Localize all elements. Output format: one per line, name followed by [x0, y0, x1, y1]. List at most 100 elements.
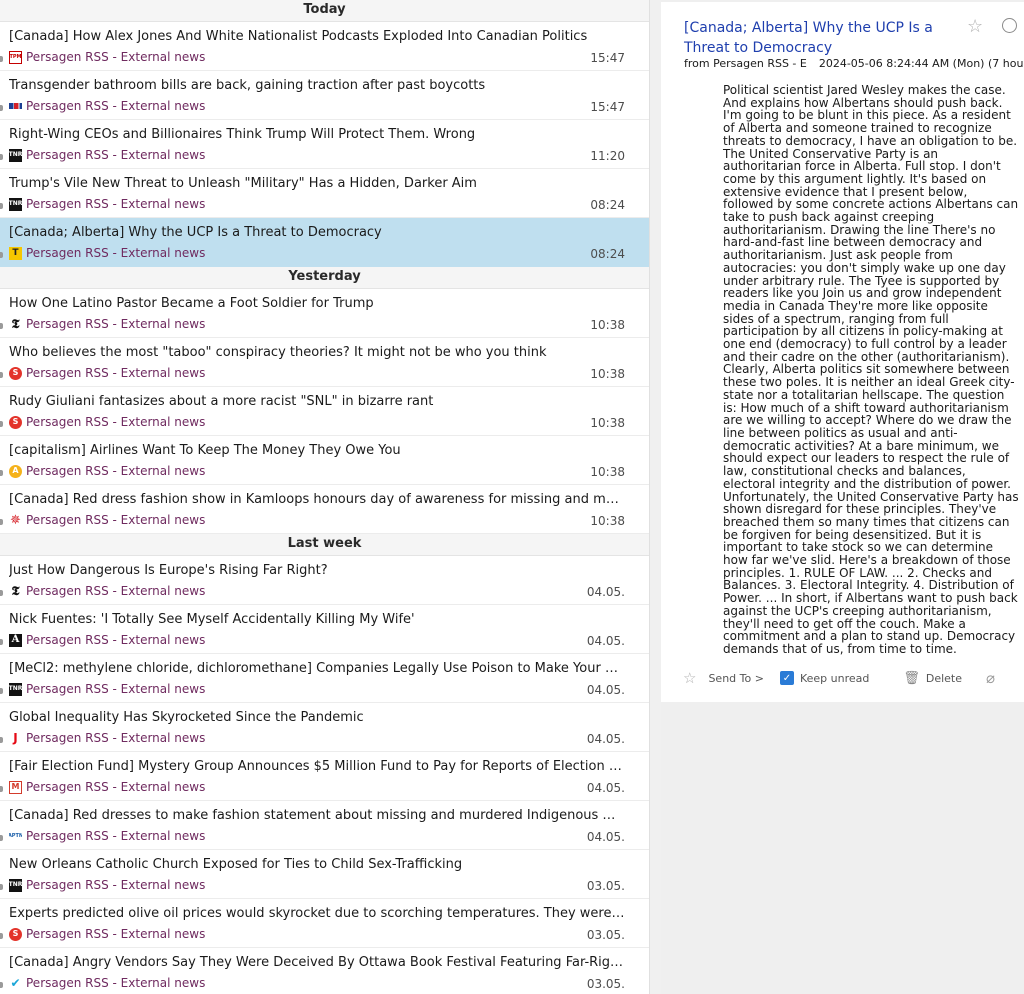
message-subject[interactable]: Trump's Vile New Threat to Unleash "Mili…	[9, 176, 625, 191]
message-row[interactable]: [Canada] How Alex Jones And White Nation…	[0, 22, 649, 71]
read-status-icon[interactable]	[1002, 18, 1017, 33]
message-subject[interactable]: Who believes the most "taboo" conspiracy…	[9, 345, 625, 360]
preview-pane: [Canada; Alberta] Why the UCP Is a Threa…	[661, 0, 1024, 994]
delete-button[interactable]: Delete	[926, 672, 962, 685]
message-subject[interactable]: Rudy Giuliani fantasizes about a more ra…	[9, 394, 625, 409]
message-source: Persagen RSS - External news	[26, 584, 206, 598]
message-subject[interactable]: How One Latino Pastor Became a Foot Sold…	[9, 296, 625, 311]
message-row[interactable]: [capitalism] Airlines Want To Keep The M…	[0, 436, 649, 485]
message-time: 03.05.	[586, 879, 625, 893]
message-actions: ☆ Send To > ✓ Keep unread 🗑 Delete ⌀	[683, 668, 995, 688]
message-time: 10:38	[590, 514, 625, 528]
message-subject[interactable]: Nick Fuentes: 'I Totally See Myself Acci…	[9, 612, 625, 627]
tnr-icon	[9, 878, 22, 892]
pane-splitter[interactable]	[649, 0, 661, 994]
message-source: Persagen RSS - External news	[26, 829, 206, 843]
message-source: Persagen RSS - External news	[26, 633, 206, 647]
message-meta: Persagen RSS - External news	[9, 414, 205, 430]
tnr-icon	[9, 148, 22, 162]
message-time: 11:20	[590, 149, 625, 163]
message-subject[interactable]: [Canada] Angry Vendors Say They Were Dec…	[9, 955, 625, 970]
message-meta: Persagen RSS - External news	[9, 365, 205, 381]
message-time: 10:38	[590, 367, 625, 381]
message-row[interactable]: Just How Dangerous Is Europe's Rising Fa…	[0, 556, 649, 605]
message-meta: Persagen RSS - External news	[9, 98, 205, 114]
message-row[interactable]: Rudy Giuliani fantasizes about a more ra…	[0, 387, 649, 436]
message-list[interactable]: Today [Canada] How Alex Jones And White N…	[0, 0, 649, 994]
message-row[interactable]: How One Latino Pastor Became a Foot Sold…	[0, 289, 649, 338]
message-row[interactable]: New Orleans Catholic Church Exposed for …	[0, 850, 649, 899]
star-icon[interactable]: ☆	[967, 16, 983, 37]
message-meta: Persagen RSS - External news	[9, 632, 205, 648]
message-source: Persagen RSS - External news	[26, 976, 206, 990]
message-meta: Persagen RSS - External news	[9, 463, 205, 479]
message-subject[interactable]: Global Inequality Has Skyrocketed Since …	[9, 710, 625, 725]
message-row[interactable]: Right-Wing CEOs and Billionaires Think T…	[0, 120, 649, 169]
message-row[interactable]: Who believes the most "taboo" conspiracy…	[0, 338, 649, 387]
send-to-button[interactable]: Send To >	[708, 672, 764, 685]
unread-marker	[0, 590, 3, 596]
message-time: 04.05.	[586, 732, 625, 746]
message-row[interactable]: [MeCl2: methylene chloride, dichlorometh…	[0, 654, 649, 703]
tag-icon[interactable]: ⌀	[986, 669, 995, 687]
message-row[interactable]: [Canada; Alberta] Why the UCP Is a Threa…	[0, 218, 649, 267]
message-time: 03.05.	[586, 977, 625, 991]
message-source: Persagen RSS - External news	[26, 731, 206, 745]
jacobin-icon	[9, 731, 22, 745]
message-row[interactable]: Experts predicted olive oil prices would…	[0, 899, 649, 948]
message-source: Persagen RSS - External news	[26, 464, 206, 478]
message-row[interactable]: [Fair Election Fund] Mystery Group Annou…	[0, 752, 649, 801]
tnr-icon	[9, 197, 22, 211]
unread-marker	[0, 203, 3, 209]
message-subject[interactable]: [Canada] Red dresses to make fashion sta…	[9, 808, 625, 823]
message-subject[interactable]: [MeCl2: methylene chloride, dichlorometh…	[9, 661, 625, 676]
message-time: 10:38	[590, 416, 625, 430]
message-time: 03.05.	[586, 928, 625, 942]
message-subject[interactable]: [Canada] How Alex Jones And White Nation…	[9, 29, 625, 44]
message-row[interactable]: Global Inequality Has Skyrocketed Since …	[0, 703, 649, 752]
message-row[interactable]: [Canada] Red dress fashion show in Kamlo…	[0, 485, 649, 534]
message-row[interactable]: Transgender bathroom bills are back, gai…	[0, 71, 649, 120]
message-subject[interactable]: [capitalism] Airlines Want To Keep The M…	[9, 443, 625, 458]
message-source: Persagen RSS - External news	[26, 99, 206, 113]
nyt-icon	[9, 584, 22, 598]
message-time: 10:38	[590, 465, 625, 479]
message-time: 04.05.	[586, 830, 625, 844]
message-meta: Persagen RSS - External news	[9, 316, 205, 332]
message-row[interactable]: Trump's Vile New Threat to Unleash "Mili…	[0, 169, 649, 218]
message-source: Persagen RSS - External news	[26, 878, 206, 892]
message-subject[interactable]: Just How Dangerous Is Europe's Rising Fa…	[9, 563, 625, 578]
aptn-icon	[9, 829, 22, 843]
unread-marker	[0, 372, 3, 378]
message-time: 04.05.	[586, 585, 625, 599]
trash-icon[interactable]: 🗑	[903, 671, 920, 686]
message-subject[interactable]: [Fair Election Fund] Mystery Group Annou…	[9, 759, 625, 774]
message-time: 08:24	[590, 198, 625, 212]
nyt-icon	[9, 317, 22, 331]
message-time: 15:47	[590, 100, 625, 114]
message-date: 2024-05-06 8:24:44 AM (Mon) (7 hours)	[818, 57, 1024, 70]
message-title[interactable]: [Canada; Alberta] Why the UCP Is a Threa…	[684, 18, 944, 58]
star-icon[interactable]: ☆	[683, 669, 696, 687]
message-subject[interactable]: [Canada] Red dress fashion show in Kamlo…	[9, 492, 625, 507]
message-meta: Persagen RSS - External news	[9, 828, 205, 844]
salon-icon	[9, 415, 22, 429]
message-row[interactable]: [Canada] Angry Vendors Say They Were Dec…	[0, 948, 649, 994]
keep-unread-checkbox[interactable]: ✓	[779, 671, 794, 685]
message-row[interactable]: [Canada] Red dresses to make fashion sta…	[0, 801, 649, 850]
message-subject[interactable]: Right-Wing CEOs and Billionaires Think T…	[9, 127, 625, 142]
message-meta: Persagen RSS - External news	[9, 730, 205, 746]
unread-marker	[0, 982, 3, 988]
keep-unread-label[interactable]: Keep unread	[800, 672, 869, 685]
unread-marker	[0, 737, 3, 743]
message-meta: Persagen RSS - External news	[9, 49, 205, 65]
message-body: Political scientist Jared Wesley makes t…	[723, 83, 1019, 656]
message-subject[interactable]: Transgender bathroom bills are back, gai…	[9, 78, 625, 93]
message-subject[interactable]: Experts predicted olive oil prices would…	[9, 906, 625, 921]
message-source: Persagen RSS - External news	[26, 246, 206, 260]
message-time: 10:38	[590, 318, 625, 332]
message-subject[interactable]: [Canada; Alberta] Why the UCP Is a Threa…	[9, 225, 625, 240]
message-row[interactable]: Nick Fuentes: 'I Totally See Myself Acci…	[0, 605, 649, 654]
message-subject[interactable]: New Orleans Catholic Church Exposed for …	[9, 857, 625, 872]
tpm-icon	[9, 50, 22, 64]
